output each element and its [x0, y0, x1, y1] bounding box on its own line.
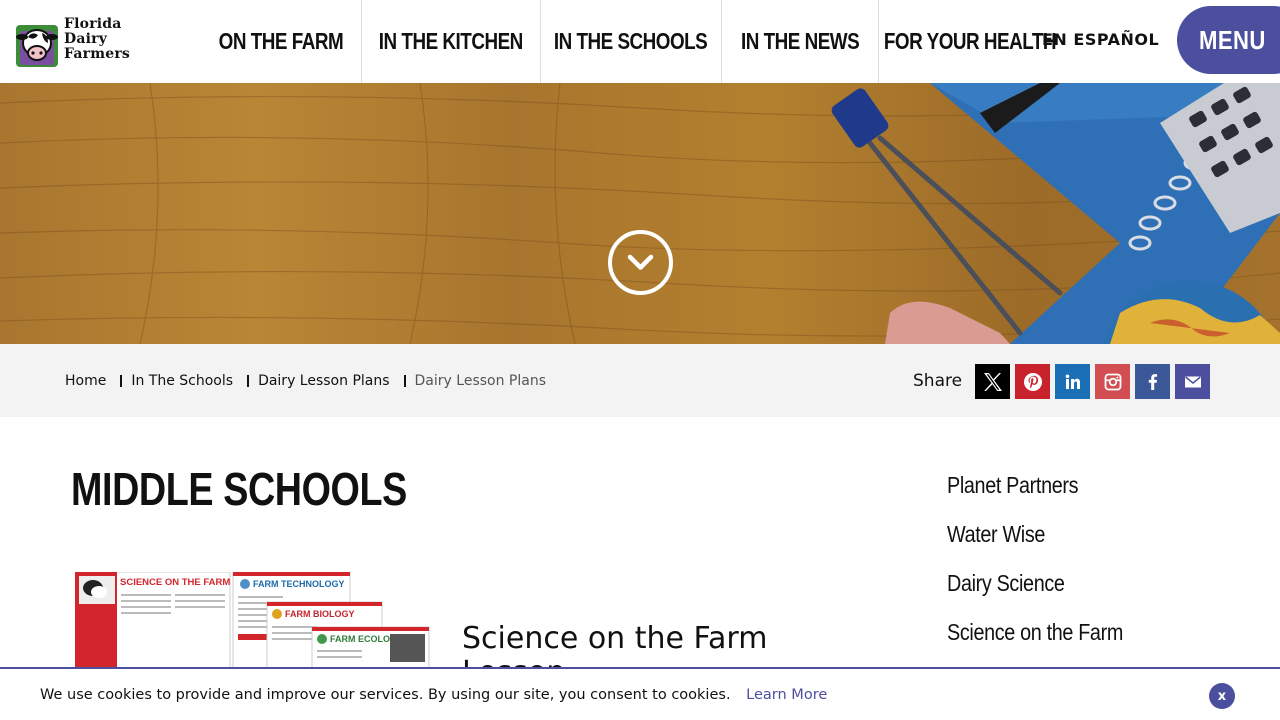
email-icon — [1184, 375, 1201, 387]
breadcrumb: Home In The Schools Dairy Lesson Plans D… — [65, 373, 546, 389]
nav-in-the-schools[interactable]: In The Schools — [541, 0, 722, 83]
breadcrumb-bar: Home In The Schools Dairy Lesson Plans D… — [0, 344, 1280, 417]
nav-label: In The Schools — [554, 28, 708, 54]
sidebar-item-water-wise[interactable]: Water Wise — [947, 521, 1123, 570]
nav-for-your-health[interactable]: For Your Health — [879, 0, 1061, 83]
breadcrumb-current: Dairy Lesson Plans — [414, 373, 546, 389]
site-header: Florida Dairy Farmers On The Farm In The… — [0, 0, 1280, 83]
pinterest-icon — [1023, 372, 1042, 391]
logo-wordmark: Florida Dairy Farmers — [64, 17, 130, 62]
menu-label: MENU — [1199, 24, 1266, 55]
nav-label: In The News — [740, 28, 860, 54]
breadcrumb-separator — [247, 375, 250, 387]
chevron-down-icon — [627, 254, 654, 270]
share-email-button[interactable] — [1175, 364, 1210, 399]
espanol-link[interactable]: EN ESPAÑOL — [1042, 30, 1159, 49]
logo-line-2: Dairy — [64, 31, 108, 47]
share-linkedin-button[interactable] — [1055, 364, 1090, 399]
x-icon — [983, 372, 1002, 391]
share-instagram-button[interactable] — [1095, 364, 1130, 399]
site-logo[interactable]: Florida Dairy Farmers — [14, 17, 148, 71]
nav-on-the-farm[interactable]: On The Farm — [201, 0, 362, 83]
logo-line-1: Florida — [64, 16, 122, 32]
cookie-text: We use cookies to provide and improve ou… — [40, 687, 731, 703]
cookie-banner: We use cookies to provide and improve ou… — [0, 667, 1280, 720]
nav-label: For Your Health — [883, 28, 1057, 54]
linkedin-icon — [1065, 374, 1080, 389]
thumb-title-c: FARM BIOLOGY — [285, 609, 355, 619]
cow-logo-icon — [16, 25, 58, 67]
cookie-message: We use cookies to provide and improve ou… — [40, 687, 827, 703]
nav-label: On The Farm — [218, 28, 344, 54]
facebook-icon — [1148, 373, 1157, 390]
sidebar-item-dairy-science[interactable]: Dairy Science — [947, 570, 1123, 619]
logo-line-3: Farmers — [64, 46, 130, 62]
share-icons — [975, 364, 1210, 399]
share-pinterest-button[interactable] — [1015, 364, 1050, 399]
breadcrumb-home[interactable]: Home — [65, 373, 106, 389]
share-label: Share — [913, 371, 963, 391]
sidebar-item-planet-partners[interactable]: Planet Partners — [947, 472, 1123, 521]
nav-label: In The Kitchen — [378, 28, 523, 54]
nav-in-the-kitchen[interactable]: In The Kitchen — [362, 0, 541, 83]
sidebar-item-science-on-the-farm[interactable]: Science on the Farm — [947, 619, 1123, 668]
breadcrumb-separator — [120, 375, 123, 387]
menu-button[interactable]: MENU — [1177, 6, 1280, 74]
breadcrumb-in-the-schools[interactable]: In The Schools — [131, 373, 233, 389]
cookie-close-button[interactable]: x — [1209, 683, 1235, 709]
cookie-learn-more-link[interactable]: Learn More — [746, 687, 827, 703]
hero-background-image — [0, 83, 1280, 344]
nav-in-the-news[interactable]: In The News — [722, 0, 879, 83]
thumb-title-a: SCIENCE ON THE FARM — [120, 577, 230, 588]
lesson-thumbnail-image: SCIENCE ON THE FARM FARM TECHNOLOGY FARM… — [75, 572, 430, 672]
lesson-thumbnail[interactable]: SCIENCE ON THE FARM FARM TECHNOLOGY FARM… — [75, 572, 430, 672]
share-x-button[interactable] — [975, 364, 1010, 399]
sidebar-nav: Planet Partners Water Wise Dairy Science… — [947, 472, 1152, 668]
instagram-icon — [1104, 373, 1121, 390]
hero-banner — [0, 83, 1280, 344]
share-facebook-button[interactable] — [1135, 364, 1170, 399]
thumb-title-b: FARM TECHNOLOGY — [253, 579, 345, 589]
breadcrumb-separator — [403, 375, 406, 387]
breadcrumb-dairy-lesson-plans[interactable]: Dairy Lesson Plans — [258, 373, 389, 389]
main-nav: On The Farm In The Kitchen In The School… — [201, 0, 1061, 83]
scroll-down-button[interactable] — [608, 230, 673, 295]
page-title: Middle Schools — [71, 463, 407, 515]
